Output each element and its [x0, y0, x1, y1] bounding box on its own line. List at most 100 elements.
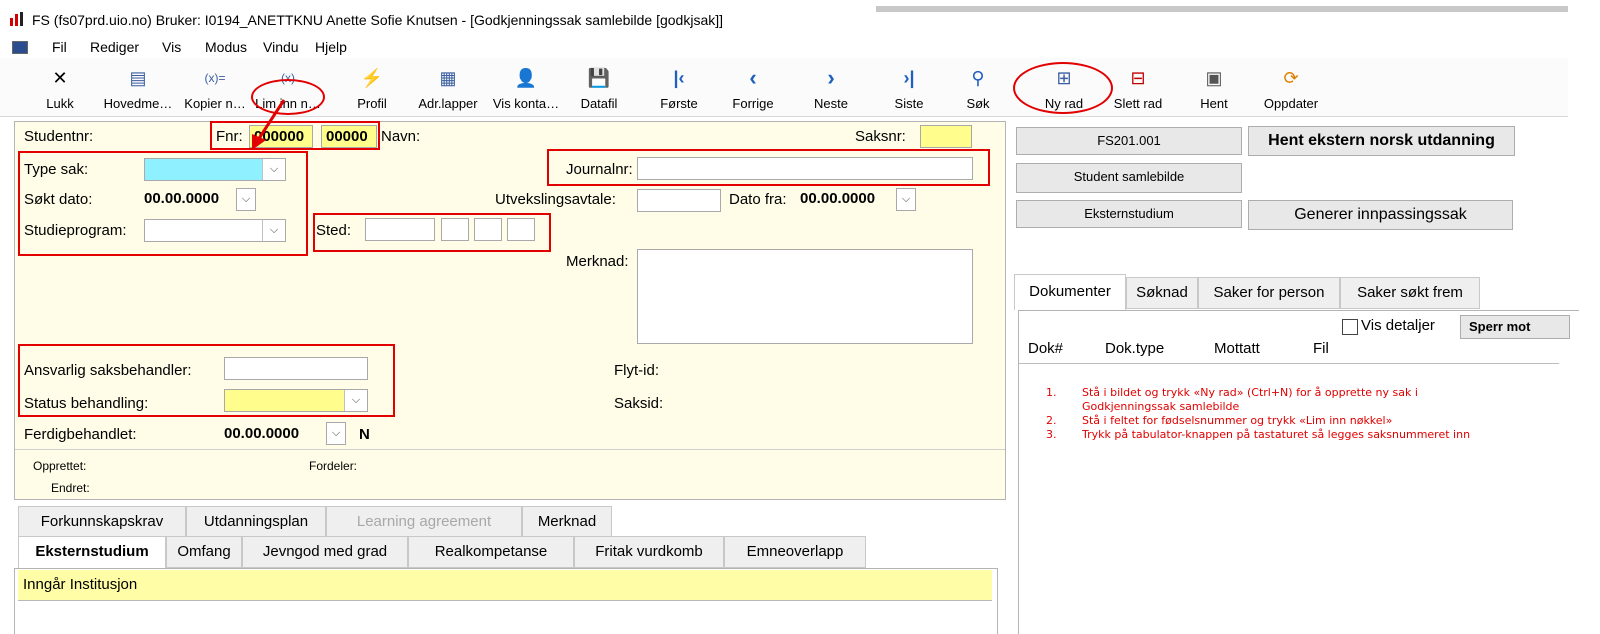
- window-menu-icon[interactable]: [12, 41, 28, 54]
- saksid-label: Saksid:: [614, 395, 664, 412]
- annotation-box-case-type: [18, 151, 308, 256]
- lightning-icon: ⚡: [360, 68, 384, 88]
- instruction-1: 1. Stå i bildet og trykk «Ny rad» (Ctrl+…: [1046, 386, 1418, 413]
- vis-detaljer-label: Vis detaljer: [1361, 317, 1435, 334]
- col-fil: Fil: [1313, 340, 1329, 357]
- toolbar-profile-button[interactable]: ⚡ Profil: [344, 64, 400, 112]
- toolbar-last-button[interactable]: ›| Siste: [880, 64, 938, 112]
- previous-icon: ‹: [749, 65, 757, 90]
- toolbar-delete-row-button[interactable]: ⊟ Slett rad: [1106, 64, 1170, 112]
- toolbar-refresh-button[interactable]: ⟳ Oppdater: [1256, 64, 1326, 112]
- tab-eksternstudium[interactable]: Eksternstudium: [18, 536, 166, 568]
- toolbar-next-button[interactable]: › Neste: [802, 64, 860, 112]
- window-title: FS (fs07prd.uio.no) Bruker: I0194_ANETTK…: [32, 12, 724, 28]
- chevron-down-icon[interactable]: ⌵: [326, 422, 346, 445]
- hent-ekstern-button[interactable]: Hent ekstern norsk utdanning: [1248, 126, 1515, 156]
- menu-vindu[interactable]: Vindu: [263, 39, 299, 55]
- instruction-2: 2. Stå i feltet for fødselsnummer og try…: [1046, 414, 1393, 427]
- menu-vis[interactable]: Vis: [162, 39, 181, 55]
- tab-dokumenter[interactable]: Dokumenter: [1014, 274, 1126, 310]
- tab-emneoverlapp[interactable]: Emneoverlapp: [724, 536, 866, 568]
- toolbar-first-button[interactable]: |‹ Første: [650, 64, 708, 112]
- annotation-box-ansvarlig: [18, 344, 395, 417]
- toolbar-datafile-button[interactable]: 💾 Datafil: [570, 64, 628, 112]
- copy-key-icon: (x)=: [204, 71, 226, 85]
- toolbar-close-button[interactable]: ✕ Lukk: [38, 64, 82, 112]
- tab-realkompetanse[interactable]: Realkompetanse: [408, 536, 574, 568]
- toolbar-previous-button[interactable]: ‹ Forrige: [724, 64, 782, 112]
- toolbar-labels-button[interactable]: ▦ Adr.lapper: [410, 64, 486, 112]
- saksnr-input[interactable]: [920, 125, 972, 148]
- opprettet-label: Opprettet:: [33, 459, 87, 473]
- meta-divider: [15, 449, 1005, 450]
- app-logo-icon: [10, 12, 23, 26]
- save-icon: 💾: [587, 68, 611, 88]
- ferdig-flag: N: [359, 426, 370, 443]
- tab-merknad[interactable]: Merknad: [522, 506, 612, 538]
- instruction-3: 3. Trykk på tabulator-knappen på tastatu…: [1046, 428, 1471, 441]
- col-mottatt: Mottatt: [1214, 340, 1260, 357]
- search-icon: ⚲: [971, 68, 985, 88]
- tab-saker-for-person[interactable]: Saker for person: [1198, 277, 1340, 309]
- menu-rediger[interactable]: Rediger: [90, 39, 139, 55]
- annotation-arrow: [252, 99, 286, 150]
- fordeler-label: Fordeler:: [309, 459, 358, 473]
- ferdig-input[interactable]: 00.00.0000 ⌵: [224, 422, 346, 445]
- generer-button[interactable]: Generer innpassingssak: [1248, 200, 1513, 230]
- documents-panel: Vis detaljer Sperr mot Dok# Dok.type Mot…: [1018, 310, 1579, 634]
- refresh-icon: ⟳: [1283, 68, 1299, 88]
- studentnr-label: Studentnr:: [24, 128, 94, 145]
- instructions: 1. Stå i bildet og trykk «Ny rad» (Ctrl+…: [1046, 386, 1566, 442]
- labels-icon: ▦: [439, 68, 457, 88]
- close-icon: ✕: [52, 68, 68, 88]
- contact-icon: 👤: [514, 68, 538, 88]
- tab-jevngod[interactable]: Jevngod med grad: [242, 536, 408, 568]
- tab-soknad[interactable]: Søknad: [1126, 277, 1198, 309]
- menu-fil[interactable]: Fil: [52, 39, 67, 55]
- eksternstudium-button[interactable]: Eksternstudium: [1016, 200, 1242, 228]
- title-divider: [876, 6, 1568, 12]
- annotation-circle-new-row: [1013, 62, 1113, 114]
- vis-detaljer-checkbox[interactable]: [1342, 319, 1358, 335]
- col-dok-nr: Dok#: [1028, 340, 1064, 357]
- merknad-textarea[interactable]: [637, 249, 973, 344]
- tab-saker-sokt-frem[interactable]: Saker søkt frem: [1340, 277, 1480, 309]
- toolbar-contact-button[interactable]: 👤 Vis konta…: [486, 64, 566, 112]
- utvekslingsavtale-input[interactable]: [637, 189, 721, 212]
- last-icon: ›|: [903, 68, 915, 88]
- navn-label: Navn:: [381, 128, 421, 145]
- columns-divider: [1019, 363, 1559, 364]
- fetch-icon: ▣: [1205, 68, 1223, 88]
- next-icon: ›: [827, 65, 835, 90]
- dato-fra-input[interactable]: 00.00.0000 ⌵: [800, 188, 916, 211]
- chevron-down-icon[interactable]: ⌵: [896, 188, 916, 211]
- menu-hjelp[interactable]: Hjelp: [315, 39, 347, 55]
- institution-header: Inngår Institusjon: [18, 570, 992, 601]
- endret-label: Endret:: [51, 481, 90, 495]
- ferdig-label: Ferdigbehandlet:: [24, 426, 137, 443]
- tab-utdanningsplan[interactable]: Utdanningsplan: [186, 506, 326, 538]
- toolbar: ✕ Lukk ▤ Hovedme… (x)= Kopier n… (x) Lim…: [0, 58, 1568, 117]
- saksnr-label: Saksnr:: [855, 128, 906, 145]
- toolbar-search-button[interactable]: ⚲ Søk: [956, 64, 1000, 112]
- menu-modus[interactable]: Modus: [205, 39, 247, 55]
- tab-forkunnskapskrav[interactable]: Forkunnskapskrav: [18, 506, 186, 538]
- toolbar-fetch-button[interactable]: ▣ Hent: [1190, 64, 1238, 112]
- dato-fra-label: Dato fra:: [729, 191, 787, 208]
- toolbar-mainmenu-button[interactable]: ▤ Hovedme…: [98, 64, 178, 112]
- annotation-box-sted: [313, 213, 551, 252]
- tab-omfang[interactable]: Omfang: [166, 536, 242, 568]
- first-icon: |‹: [673, 68, 685, 88]
- fs201-button[interactable]: FS201.001: [1016, 127, 1242, 155]
- col-dok-type: Dok.type: [1105, 340, 1165, 357]
- flyt-id-label: Flyt-id:: [614, 362, 659, 379]
- title-bar: FS (fs07prd.uio.no) Bruker: I0194_ANETTK…: [0, 0, 1600, 36]
- tab-learning-agreement[interactable]: Learning agreement: [326, 506, 522, 538]
- merknad-label: Merknad:: [566, 253, 629, 270]
- utvekslingsavtale-label: Utvekslingsavtale:: [495, 191, 616, 208]
- tab-fritak-vurdkomb[interactable]: Fritak vurdkomb: [574, 536, 724, 568]
- sperr-button[interactable]: Sperr mot: [1460, 315, 1570, 339]
- student-samlebilde-button[interactable]: Student samlebilde: [1016, 163, 1242, 193]
- annotation-box-journalnr: [547, 149, 990, 186]
- menu-bar: Fil Rediger Vis Modus Vindu Hjelp: [0, 36, 1568, 58]
